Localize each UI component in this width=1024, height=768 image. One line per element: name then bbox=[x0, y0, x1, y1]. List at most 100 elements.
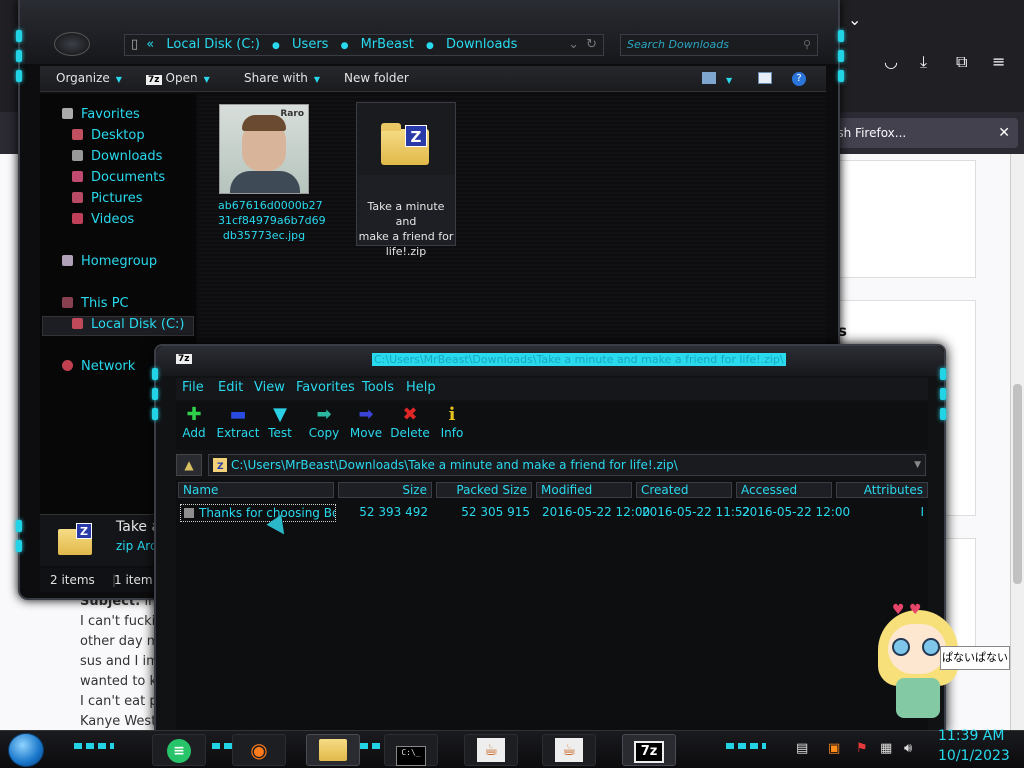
breadcrumb-separator-icon[interactable]: ● bbox=[426, 41, 434, 51]
nav-network[interactable]: Network bbox=[62, 359, 135, 374]
breadcrumb-item[interactable]: Local Disk (C:) bbox=[166, 37, 259, 52]
taskbar-notes[interactable]: ≡ bbox=[152, 734, 206, 766]
column-header-name[interactable]: Name bbox=[178, 482, 334, 498]
open-button[interactable]: 7z Open ▼ bbox=[146, 71, 210, 85]
add-button[interactable]: ✚ Add bbox=[170, 404, 218, 440]
path-input[interactable]: C:\Users\MrBeast\Downloads\Take a minute… bbox=[208, 454, 926, 476]
delete-button[interactable]: ✖ Delete bbox=[386, 404, 434, 440]
zip-file-icon: Z bbox=[56, 519, 96, 559]
nav-this-pc[interactable]: This PC bbox=[62, 296, 129, 311]
chevron-down-icon[interactable]: ▼ bbox=[914, 455, 921, 475]
share-with-button[interactable]: Share with ▼ bbox=[244, 71, 320, 85]
nav-homegroup[interactable]: Homegroup bbox=[62, 254, 157, 269]
menu-file[interactable]: File bbox=[182, 380, 204, 395]
organize-button[interactable]: Organize ▼ bbox=[56, 71, 122, 85]
column-header-accessed[interactable]: Accessed bbox=[736, 482, 832, 498]
file-item-image[interactable]: Raro ab67616d0000b27 31cf84979a6b7d69 db… bbox=[218, 104, 326, 243]
breadcrumb-item[interactable]: MrBeast bbox=[361, 37, 414, 52]
flag-icon[interactable]: ⚑ bbox=[856, 741, 868, 756]
menu-icon[interactable]: ≡ bbox=[992, 52, 1005, 71]
menu-edit[interactable]: Edit bbox=[218, 380, 243, 395]
page-card bbox=[838, 160, 976, 278]
close-icon[interactable]: ✕ bbox=[998, 118, 1010, 148]
toolbar: ✚ Add ▬ Extract ▼ Test ➡ Copy ➡ Move ✖ Delete … bbox=[176, 402, 928, 450]
nav-pictures[interactable]: Pictures bbox=[72, 191, 142, 206]
scroll-thumb[interactable] bbox=[1013, 384, 1022, 584]
up-folder-button[interactable]: ▲ bbox=[176, 454, 202, 476]
address-back[interactable]: « bbox=[146, 37, 154, 52]
download-icon[interactable]: ⤓ bbox=[920, 52, 927, 72]
taskbar-cmd[interactable]: C:\_ bbox=[384, 734, 438, 766]
browser-tab-title: esh Firefox... bbox=[830, 126, 907, 140]
breadcrumb-separator-icon[interactable]: ● bbox=[341, 41, 349, 51]
nav-local-disk[interactable]: Local Disk (C:) bbox=[72, 317, 184, 332]
taskbar-firefox[interactable]: ◉ bbox=[232, 734, 286, 766]
column-header-attributes[interactable]: Attributes bbox=[836, 482, 928, 498]
search-placeholder: Search Downloads bbox=[627, 38, 729, 51]
row-attributes: I bbox=[920, 505, 924, 519]
test-button[interactable]: ▼ Test bbox=[256, 404, 304, 440]
clock-date[interactable]: 10/1/2023 bbox=[938, 748, 1010, 764]
breadcrumb-item[interactable]: Users bbox=[292, 37, 328, 52]
search-input[interactable]: Search Downloads ⚲ bbox=[620, 34, 818, 56]
tray-expand-icon[interactable]: ▤ bbox=[796, 741, 808, 756]
window-title: C:\Users\MrBeast\Downloads\Take a minute… bbox=[372, 353, 786, 366]
refresh-icon[interactable]: ↻ bbox=[586, 35, 597, 55]
start-button[interactable] bbox=[8, 733, 44, 767]
nav-label: Videos bbox=[91, 212, 135, 227]
network-icon[interactable]: ▦ bbox=[880, 741, 892, 756]
minus-icon: ▬ bbox=[229, 404, 247, 425]
title-bar[interactable]: 7z C:\Users\MrBeast\Downloads\Take a min… bbox=[156, 346, 944, 376]
copy-button[interactable]: ➡ Copy bbox=[300, 404, 348, 440]
organize-label: Organize bbox=[56, 71, 110, 85]
taskbar-java-2[interactable]: ☕ bbox=[542, 734, 596, 766]
nav-videos[interactable]: Videos bbox=[72, 212, 134, 227]
menu-favorites[interactable]: Favorites bbox=[296, 380, 355, 395]
clock-time[interactable]: 11:39 AM bbox=[938, 728, 1004, 744]
browser-scrollbar[interactable] bbox=[1010, 154, 1024, 730]
column-header-modified[interactable]: Modified bbox=[536, 482, 632, 498]
menu-help[interactable]: Help bbox=[406, 380, 436, 395]
nav-label: Documents bbox=[91, 170, 166, 185]
nav-documents[interactable]: Documents bbox=[72, 170, 165, 185]
column-header-packed-size[interactable]: Packed Size bbox=[436, 482, 532, 498]
extensions-icon[interactable]: ⧉ bbox=[956, 52, 967, 72]
move-button[interactable]: ➡ Move bbox=[342, 404, 390, 440]
info-icon: i bbox=[448, 404, 456, 425]
volume-icon[interactable]: 🔊︎ bbox=[904, 741, 912, 756]
pocket-icon[interactable]: ◡ bbox=[884, 52, 898, 71]
chevron-down-icon[interactable]: ▼ bbox=[726, 72, 732, 86]
menu-tools[interactable]: Tools bbox=[362, 380, 394, 395]
info-button[interactable]: i Info bbox=[428, 404, 476, 440]
view-icon[interactable] bbox=[702, 72, 716, 84]
chevron-down-icon: ▼ bbox=[203, 75, 210, 84]
taskbar-7zip[interactable]: 7z bbox=[622, 734, 676, 766]
extract-button[interactable]: ▬ Extract bbox=[214, 404, 262, 440]
breadcrumb-separator-icon[interactable]: ● bbox=[272, 41, 280, 51]
nav-favorites[interactable]: Favorites bbox=[62, 107, 140, 122]
help-icon[interactable]: ? bbox=[792, 72, 806, 86]
menu-view[interactable]: View bbox=[254, 380, 285, 395]
nav-downloads[interactable]: Downloads bbox=[72, 149, 162, 164]
taskbar-explorer[interactable] bbox=[306, 734, 360, 766]
new-folder-button[interactable]: New folder bbox=[344, 71, 409, 85]
archive-file-list: Name Size Packed Size Modified Created A… bbox=[176, 480, 928, 732]
address-bar[interactable]: ▯ « Local Disk (C:) ● Users ● MrBeast ● … bbox=[124, 34, 604, 56]
chevron-down-icon[interactable]: ⌄ bbox=[568, 35, 579, 55]
x-icon: ✖ bbox=[402, 404, 418, 425]
row-file-name[interactable]: Thanks for choosing Bon... bbox=[180, 504, 336, 522]
column-header-size[interactable]: Size bbox=[338, 482, 432, 498]
back-forward-button[interactable] bbox=[54, 32, 90, 56]
tray-app-icon[interactable]: ▣ bbox=[828, 741, 840, 756]
browser-tab[interactable]: esh Firefox... ✕ bbox=[822, 118, 1018, 148]
preview-pane-icon[interactable] bbox=[758, 72, 772, 84]
breadcrumb-item[interactable]: Downloads bbox=[446, 37, 517, 52]
column-header-created[interactable]: Created bbox=[636, 482, 732, 498]
taskbar-java-1[interactable]: ☕ bbox=[464, 734, 518, 766]
nav-desktop[interactable]: Desktop bbox=[72, 128, 145, 143]
file-item-zip[interactable]: Z Take a minute and make a friend for li… bbox=[356, 102, 456, 258]
nav-label: This PC bbox=[81, 296, 129, 311]
search-icon[interactable]: ⚲ bbox=[803, 35, 811, 55]
frame-lights bbox=[16, 520, 24, 552]
chevron-down-icon[interactable]: ⌄ bbox=[848, 10, 861, 29]
